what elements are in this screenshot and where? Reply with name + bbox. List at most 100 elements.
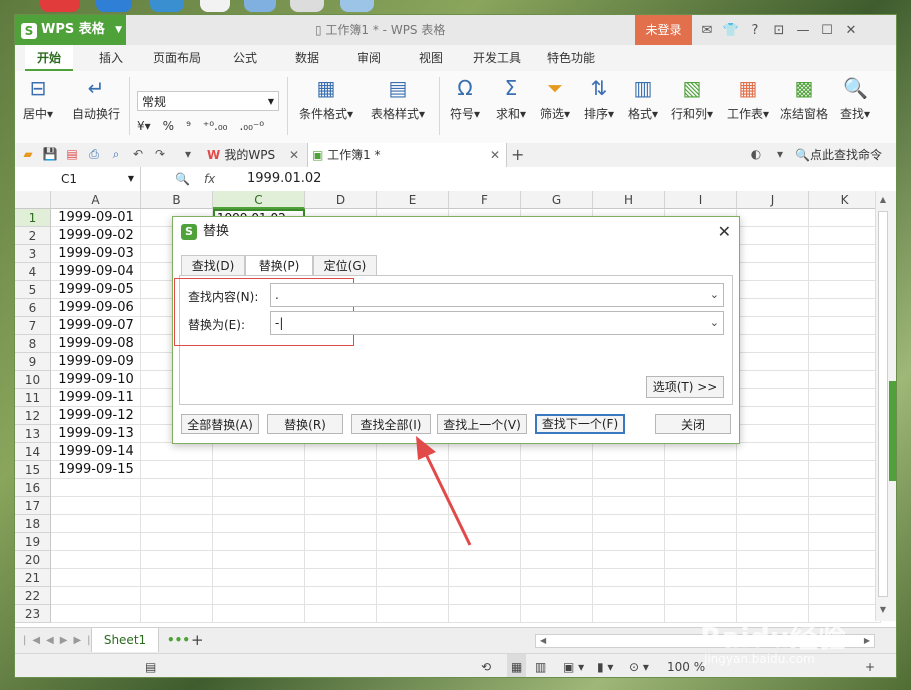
cell-a3[interactable]: 1999-09-03: [51, 245, 141, 263]
sort-button[interactable]: ⇅ 排序▾: [577, 75, 621, 122]
replace-input[interactable]: -| ⌄: [270, 311, 724, 335]
tab-formulas[interactable]: 公式: [221, 45, 269, 71]
sum-button[interactable]: Σ 求和▾: [489, 75, 533, 122]
tab-view[interactable]: 视图: [407, 45, 455, 71]
find-button[interactable]: 🔍 查找▾: [833, 75, 877, 122]
sheet-tab-sheet1[interactable]: Sheet1: [91, 628, 159, 652]
find-input[interactable]: . ⌄: [270, 283, 724, 307]
row-header-16[interactable]: 16: [15, 479, 51, 497]
col-header-d[interactable]: D: [305, 191, 377, 209]
vertical-scrollbar[interactable]: ▲ ▼: [875, 191, 890, 621]
row-header-21[interactable]: 21: [15, 569, 51, 587]
col-header-j[interactable]: J: [737, 191, 809, 209]
tab-review[interactable]: 审阅: [345, 45, 393, 71]
find-previous-button[interactable]: 查找上一个(V): [437, 414, 527, 434]
tab-replace[interactable]: 替换(P): [245, 255, 313, 277]
tab-data[interactable]: 数据: [283, 45, 331, 71]
more-sheets-icon[interactable]: •••: [167, 628, 190, 652]
tab-goto[interactable]: 定位(G): [313, 255, 377, 276]
row-col-button[interactable]: ▧ 行和列▾: [665, 75, 719, 122]
row-header-8[interactable]: 8: [15, 335, 51, 353]
help-icon[interactable]: ?: [743, 16, 767, 46]
find-all-button[interactable]: 查找全部(I): [351, 414, 431, 434]
number-format-select[interactable]: 常规 ▼: [137, 91, 279, 111]
decrease-decimal-button[interactable]: .₀₀⁻⁰: [239, 119, 264, 133]
cell-a13[interactable]: 1999-09-13: [51, 425, 141, 443]
close-icon[interactable]: ✕: [839, 16, 863, 46]
close-button[interactable]: 关闭: [655, 414, 731, 434]
customize-icon[interactable]: ▾: [179, 145, 197, 163]
symbol-button[interactable]: Ω 符号▾: [443, 75, 487, 122]
tab-page-layout[interactable]: 页面布局: [145, 45, 209, 71]
backup-icon[interactable]: ⟲: [481, 654, 491, 677]
side-panel-toggle[interactable]: [889, 381, 896, 481]
cell-a15[interactable]: 1999-09-15: [51, 461, 141, 479]
percent-button[interactable]: %: [163, 119, 174, 133]
row-header-19[interactable]: 19: [15, 533, 51, 551]
find-next-button[interactable]: 查找下一个(F): [535, 414, 625, 434]
col-header-i[interactable]: I: [665, 191, 737, 209]
row-header-3[interactable]: 3: [15, 245, 51, 263]
zoom-icon[interactable]: 🔍: [175, 172, 190, 186]
cell-a9[interactable]: 1999-09-09: [51, 353, 141, 371]
redo-icon[interactable]: ↷: [151, 145, 169, 163]
protect-icon[interactable]: ▮ ▾: [597, 654, 613, 677]
merge-button[interactable]: ⊟ 居中▾: [15, 75, 61, 122]
row-header-11[interactable]: 11: [15, 389, 51, 407]
cell-a2[interactable]: 1999-09-02: [51, 227, 141, 245]
cell-a10[interactable]: 1999-09-10: [51, 371, 141, 389]
login-button[interactable]: 未登录: [635, 15, 692, 45]
row-header-15[interactable]: 15: [15, 461, 51, 479]
back-icon[interactable]: ◐: [747, 145, 765, 163]
cell-a8[interactable]: 1999-09-08: [51, 335, 141, 353]
scroll-left-icon[interactable]: ◀: [540, 635, 546, 647]
row-header-23[interactable]: 23: [15, 605, 51, 623]
col-header-g[interactable]: G: [521, 191, 593, 209]
thousands-button[interactable]: ⁹: [186, 119, 191, 133]
col-header-e[interactable]: E: [377, 191, 449, 209]
close-icon[interactable]: ✕: [718, 217, 731, 247]
app-menu-button[interactable]: S WPS 表格 ▼: [15, 15, 126, 45]
status-icon[interactable]: ▤: [145, 654, 156, 677]
col-header-c[interactable]: C: [213, 191, 305, 209]
open-folder-icon[interactable]: ▰: [19, 145, 37, 163]
print-icon[interactable]: ⎙: [85, 145, 103, 163]
scroll-up-icon[interactable]: ▲: [876, 195, 890, 204]
row-header-1[interactable]: 1: [15, 209, 51, 227]
tab-features[interactable]: 特色功能: [539, 45, 603, 71]
cell-a14[interactable]: 1999-09-14: [51, 443, 141, 461]
add-sheet-icon[interactable]: +: [191, 628, 204, 652]
mail-icon[interactable]: ✉: [695, 16, 719, 46]
close-icon[interactable]: ✕: [490, 143, 500, 167]
tab-insert[interactable]: 插入: [87, 45, 135, 71]
cell-a1[interactable]: 1999-09-01: [51, 209, 141, 227]
col-header-h[interactable]: H: [593, 191, 665, 209]
row-header-2[interactable]: 2: [15, 227, 51, 245]
row-header-17[interactable]: 17: [15, 497, 51, 515]
cell-a12[interactable]: 1999-09-12: [51, 407, 141, 425]
share-icon[interactable]: ▾: [771, 145, 789, 163]
tab-find[interactable]: 查找(D): [181, 255, 245, 276]
col-header-k[interactable]: K: [809, 191, 881, 209]
formula-input[interactable]: 1999.01.02: [247, 167, 321, 191]
doc-tab-mywps[interactable]: W 我的WPS ✕: [203, 143, 305, 167]
chevron-down-icon[interactable]: ⌄: [710, 284, 719, 306]
row-header-12[interactable]: 12: [15, 407, 51, 425]
freeze-button[interactable]: ▩ 冻结窗格: [777, 75, 831, 122]
row-header-6[interactable]: 6: [15, 299, 51, 317]
location-icon[interactable]: ⊙ ▾: [629, 654, 649, 677]
tab-home[interactable]: 开始: [25, 45, 73, 71]
row-header-7[interactable]: 7: [15, 317, 51, 335]
fx-icon[interactable]: fx: [204, 172, 215, 186]
col-header-a[interactable]: A: [51, 191, 141, 209]
minimize-icon[interactable]: —: [791, 16, 815, 46]
cell-a5[interactable]: 1999-09-05: [51, 281, 141, 299]
col-header-f[interactable]: F: [449, 191, 521, 209]
row-header-14[interactable]: 14: [15, 443, 51, 461]
new-tab-icon[interactable]: +: [511, 143, 524, 167]
command-search[interactable]: 🔍点此查找命令: [795, 143, 882, 167]
replace-all-button[interactable]: 全部替换(A): [181, 414, 259, 434]
normal-view-icon[interactable]: ▦: [507, 654, 527, 677]
wrap-button[interactable]: ↵ 自动换行: [69, 75, 123, 122]
row-header-9[interactable]: 9: [15, 353, 51, 371]
